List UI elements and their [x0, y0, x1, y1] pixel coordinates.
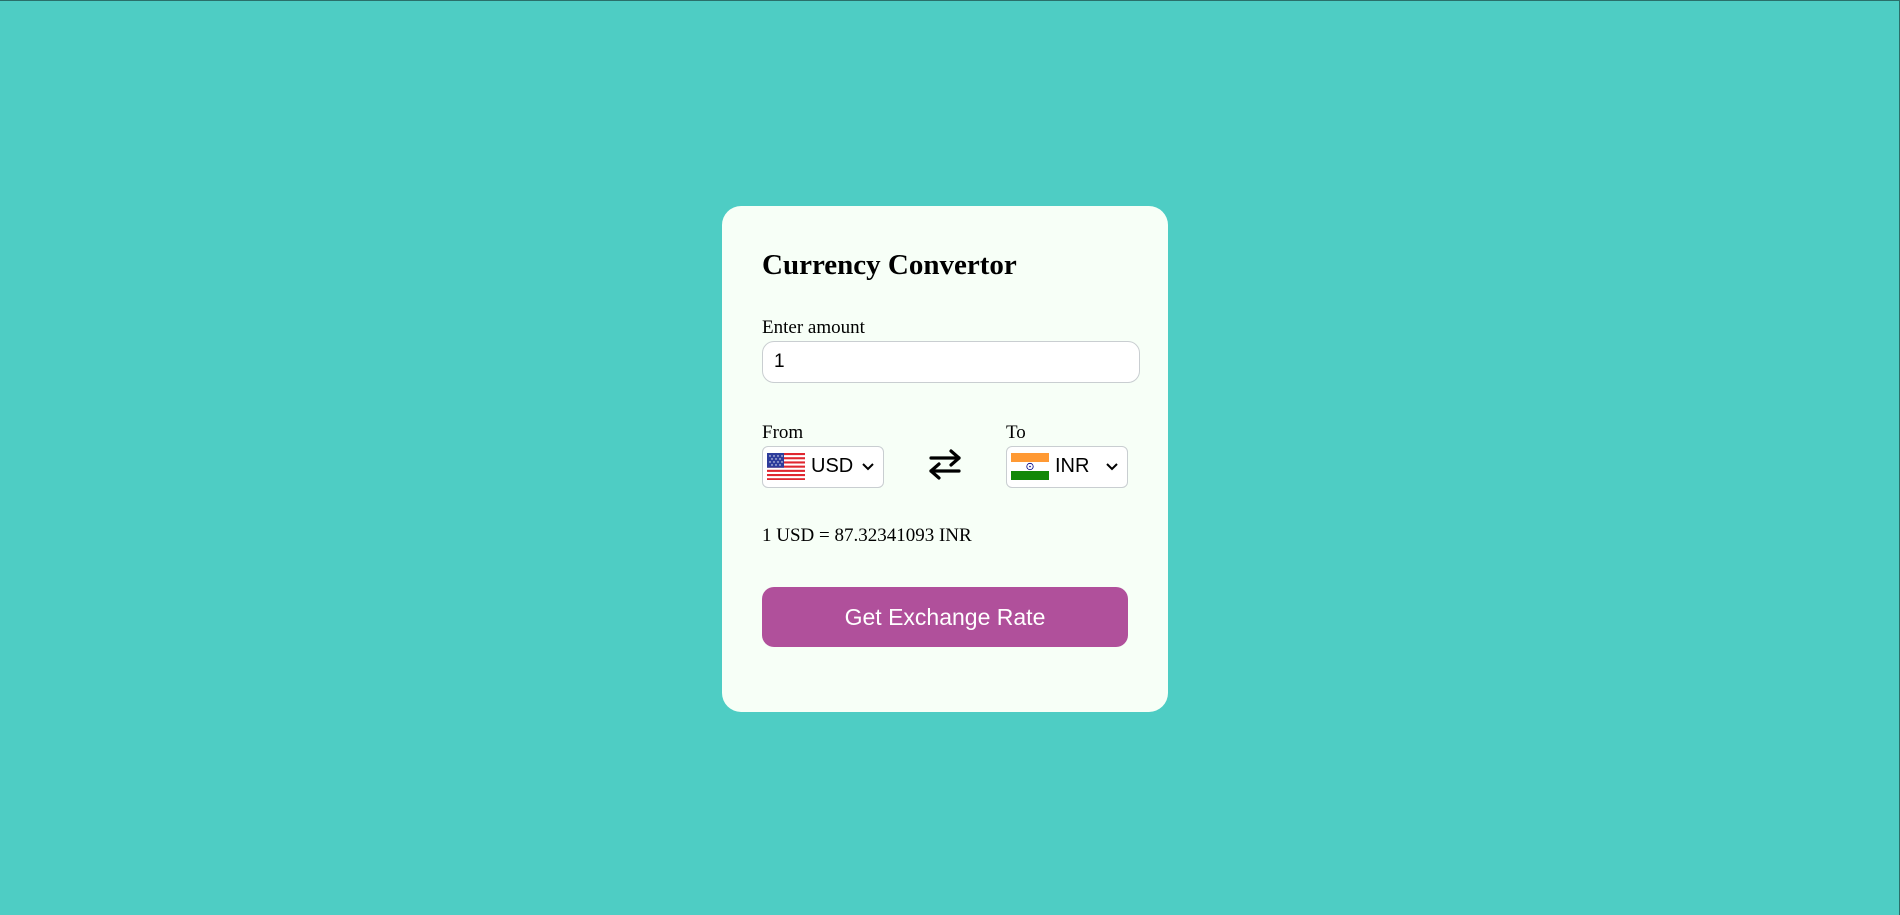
us-flag-icon [767, 453, 805, 481]
from-currency-code: USD [811, 455, 854, 478]
india-flag-icon [1011, 453, 1049, 481]
to-group: To INR [1006, 421, 1128, 488]
to-currency-code: INR [1055, 455, 1090, 478]
from-currency-select[interactable]: USD [762, 445, 884, 488]
swap-arrows-icon[interactable] [926, 445, 964, 483]
get-exchange-rate-button[interactable]: Get Exchange Rate [762, 587, 1128, 648]
to-currency-select[interactable]: INR [1006, 445, 1128, 488]
amount-input[interactable] [762, 340, 1140, 383]
chevron-down-icon [1106, 462, 1118, 470]
from-label: From [762, 421, 804, 443]
to-label: To [1006, 421, 1026, 443]
from-group: From USD [762, 421, 884, 488]
chevron-down-icon [862, 462, 874, 470]
page-title: Currency Convertor [762, 249, 1017, 281]
exchange-rate-result: 1 USD = 87.32341093 INR [762, 524, 972, 546]
currency-row: From USD To INR [762, 422, 1128, 488]
amount-label: Enter amount [762, 316, 865, 338]
converter-card: Currency Convertor Enter amount From [722, 206, 1168, 712]
